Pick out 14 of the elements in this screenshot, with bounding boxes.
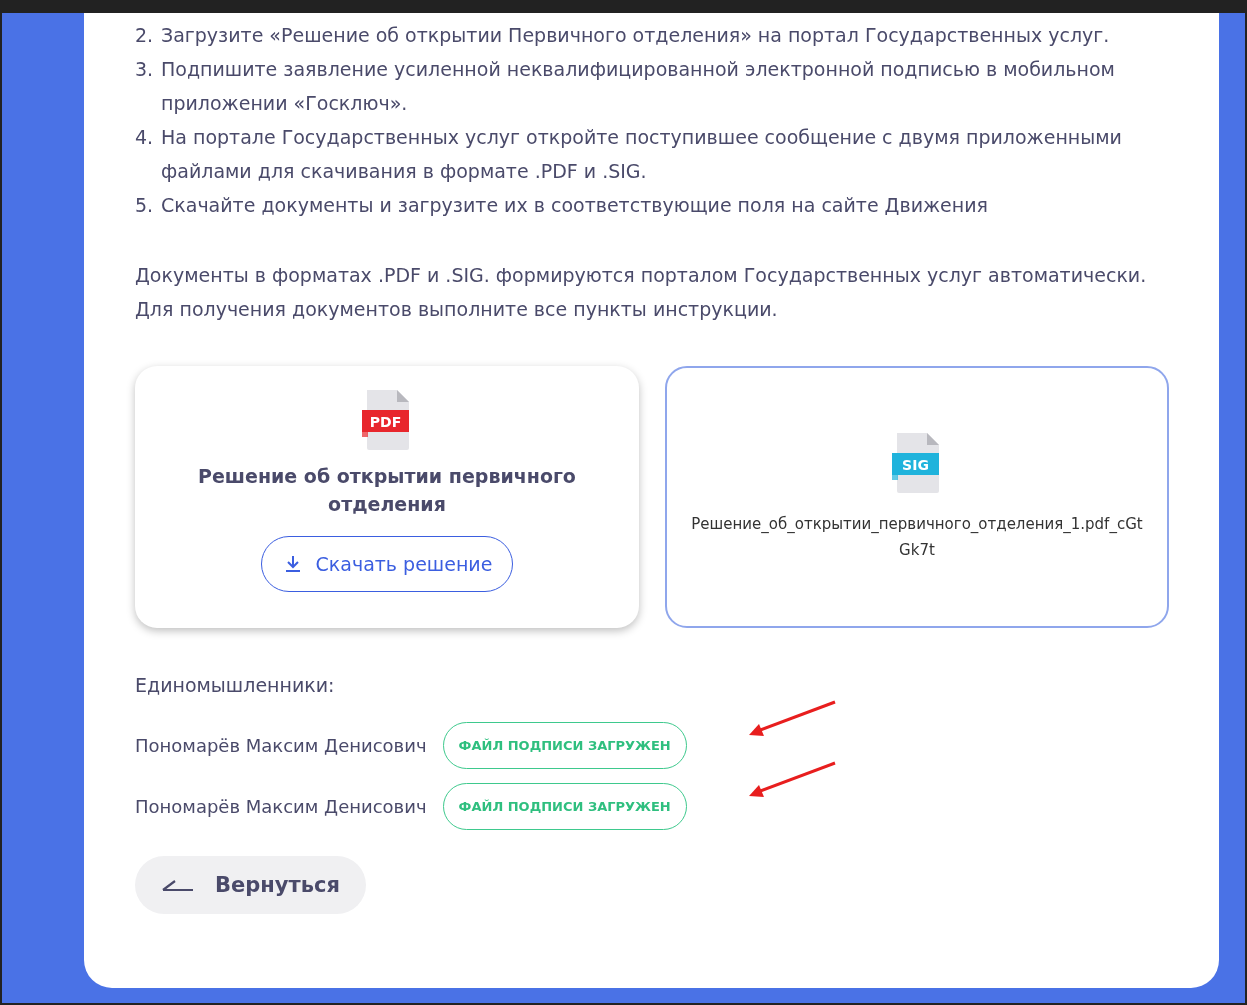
instruction-item: 4. На портале Государственных услуг откройте поступившее сообщение с двумя приложенными файлами для скачивания в формате .PDF и .SIG. [135,125,1123,184]
person-name: Пономарёв Максим Денисович [135,735,427,756]
back-button[interactable]: Вернуться [135,856,366,914]
file-title: Решение об открытии первичного отделения [197,464,577,517]
download-button[interactable]: Скачать решение [260,536,514,592]
info-text: Документы в форматах .PDF и .SIG. формируются порталом Государственных услуг автоматически. Для получения документов выполните все пункты инструкции. [135,263,1148,322]
instruction-item: 3. Подпишите заявление усиленной неквалифицированной электронной подписью в мобильном приложении «Госключ». [135,57,1116,116]
instruction-item: 5. Скачайте документы и загрузите их в соответствующие поля на сайте Движения [135,193,989,218]
person-name: Пономарёв Максим Денисович [135,796,427,817]
instruction-item: 2. Загрузите «Решение об открытии Первичного отделения» на портал Государственных услуг. [135,23,1111,48]
download-icon [283,555,302,573]
file-name: Решение_об_открытии_первичного_отделения_1.pdf_cGtGk7t [690,514,1144,561]
arrow-left-icon [161,878,195,892]
section-heading: Единомышленники: [135,674,336,696]
